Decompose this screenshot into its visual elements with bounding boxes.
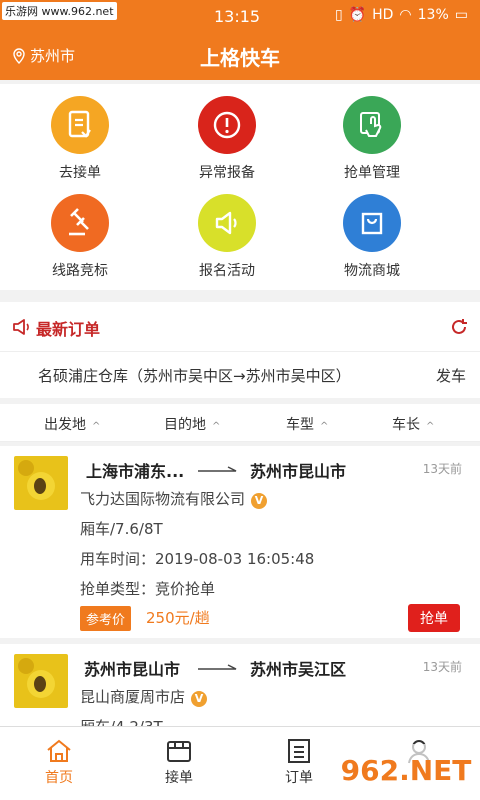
- order-company: 昆山商厦周市店 V: [80, 686, 208, 707]
- status-right: ▯ ⏰ HD ◠ 13% ▭: [335, 7, 468, 23]
- menu-route-bid[interactable]: 线路竞标: [0, 194, 160, 280]
- order-thumbnail: [14, 654, 68, 708]
- menu-circle: [198, 96, 256, 154]
- order-from: 苏州市昆山市: [84, 660, 181, 679]
- caret-up-icon: ^: [320, 421, 329, 432]
- filter-bar: 出发地 ^ 目的地 ^ 车型 ^ 车长 ^: [0, 404, 480, 442]
- caret-up-icon: ^: [212, 421, 221, 432]
- menu-circle: [198, 194, 256, 252]
- battery-icon: ▭: [454, 7, 468, 23]
- verified-badge-icon: V: [251, 493, 268, 509]
- network-label: HD: [372, 7, 394, 23]
- caret-up-icon: ^: [426, 421, 435, 432]
- wifi-icon: ◠: [399, 7, 412, 23]
- alarm-icon: ⏰: [348, 7, 367, 23]
- filter-label: 目的地: [164, 417, 206, 433]
- order-card[interactable]: 上海市浦东... 苏州市昆山市 13天前 飞力达国际物流有限公司 V 厢车/7.6…: [0, 446, 480, 638]
- latest-orders-title: 最新订单: [36, 320, 101, 339]
- latest-orders-panel: 最新订单 名硕浦庄仓库（苏州市吴中区→苏州市吴中区） 发车: [0, 302, 480, 398]
- hand-tap-icon: [360, 112, 382, 137]
- order-grab-type: 抢单类型：竞价抢单: [80, 580, 216, 598]
- home-icon: [47, 739, 71, 762]
- reference-price-tag: 参考价: [80, 606, 132, 631]
- page-title: 上格快车: [200, 46, 280, 70]
- order-price: 250元/趟: [146, 609, 210, 627]
- order-to: 苏州市昆山市: [250, 462, 347, 481]
- list-icon: [288, 739, 310, 763]
- menu-exception-report[interactable]: 异常报备: [147, 96, 307, 182]
- company-name: 飞力达国际物流有限公司: [80, 490, 246, 508]
- filter-label: 出发地: [44, 417, 86, 433]
- speaker-icon: [13, 319, 29, 335]
- menu-circle: [343, 96, 401, 154]
- tab-orders[interactable]: 订单: [254, 735, 344, 787]
- status-bar: 乐游网 www.962.net 13:15 ▯ ⏰ HD ◠ 13% ▭: [0, 0, 480, 34]
- order-time-ago: 13天前: [422, 462, 462, 476]
- latest-orders-header: 最新订单: [0, 302, 480, 352]
- filter-vehicle-type[interactable]: 车型 ^: [286, 414, 328, 434]
- filter-destination[interactable]: 目的地 ^: [164, 414, 220, 434]
- latest-order-row[interactable]: 名硕浦庄仓库（苏州市吴中区→苏州市吴中区） 发车: [0, 352, 480, 398]
- menu-circle: [343, 194, 401, 252]
- vibrate-icon: ▯: [334, 7, 343, 23]
- latest-order-action: 发车: [435, 367, 466, 385]
- menu-circle: [51, 96, 109, 154]
- menu-circle: [51, 194, 109, 252]
- menu-label: 抢单管理: [344, 165, 400, 181]
- latest-order-text: 名硕浦庄仓库（苏州市吴中区→苏州市吴中区）: [38, 367, 351, 385]
- tab-label: 接单: [165, 770, 193, 786]
- status-time: 13:15: [214, 7, 261, 26]
- document-icon: [68, 110, 91, 138]
- menu-grab-manage[interactable]: 抢单管理: [292, 96, 452, 182]
- route-arrow-icon: [198, 466, 237, 472]
- grab-order-button[interactable]: 抢单: [408, 604, 460, 632]
- order-time-ago: 13天前: [422, 660, 462, 674]
- watermark-logo: 962.NET: [338, 744, 474, 796]
- order-from: 上海市浦东...: [86, 462, 185, 481]
- menu-signup-event[interactable]: 报名活动: [147, 194, 307, 280]
- caret-up-icon: ^: [92, 421, 101, 432]
- gavel-icon: [69, 208, 89, 236]
- battery-label: 13%: [417, 7, 449, 23]
- tab-accept-orders[interactable]: 接单: [134, 735, 224, 787]
- menu-go-order[interactable]: 去接单: [0, 96, 160, 182]
- order-thumbnail: [14, 456, 68, 510]
- tab-home[interactable]: 首页: [14, 735, 104, 787]
- nav-bar: 苏州市 上格快车: [0, 34, 480, 80]
- tab-label: 首页: [45, 770, 73, 786]
- filter-vehicle-length[interactable]: 车长 ^: [392, 414, 434, 434]
- menu-label: 去接单: [59, 165, 101, 181]
- filter-label: 车长: [392, 417, 420, 433]
- order-to: 苏州市吴江区: [250, 660, 347, 679]
- tab-label: 订单: [285, 770, 313, 786]
- order-vehicle: 厢车/4.2/3T: [80, 716, 163, 726]
- order-vehicle: 厢车/7.6/8T: [80, 520, 163, 538]
- filter-label: 车型: [286, 417, 314, 433]
- order-company: 飞力达国际物流有限公司 V: [80, 488, 268, 509]
- order-card[interactable]: 苏州市昆山市 苏州市吴江区 13天前 昆山商厦周市店 V 厢车/4.2/3T: [0, 644, 480, 726]
- menu-label: 物流商城: [344, 263, 400, 279]
- menu-label: 异常报备: [199, 165, 255, 181]
- route-arrow-icon: [198, 664, 237, 670]
- menu-label: 线路竞标: [52, 263, 108, 279]
- filter-origin[interactable]: 出发地 ^: [44, 414, 100, 434]
- verified-badge-icon: V: [191, 691, 208, 707]
- menu-logistics-mall[interactable]: 物流商城: [292, 194, 452, 280]
- shopping-bag-icon: [361, 212, 383, 235]
- company-name: 昆山商厦周市店: [80, 688, 186, 706]
- menu-label: 报名活动: [199, 263, 255, 279]
- function-grid: 去接单 异常报备 抢单管理 线路竞标 报名活动 物流商城: [0, 84, 480, 290]
- box-icon: [167, 741, 191, 762]
- alert-icon: [213, 111, 241, 139]
- megaphone-icon: [215, 211, 237, 235]
- order-use-time: 用车时间：2019-08-03 16:05:48: [80, 550, 315, 568]
- refresh-icon[interactable]: [450, 318, 468, 336]
- watermark-label: 乐游网 www.962.net: [2, 2, 117, 20]
